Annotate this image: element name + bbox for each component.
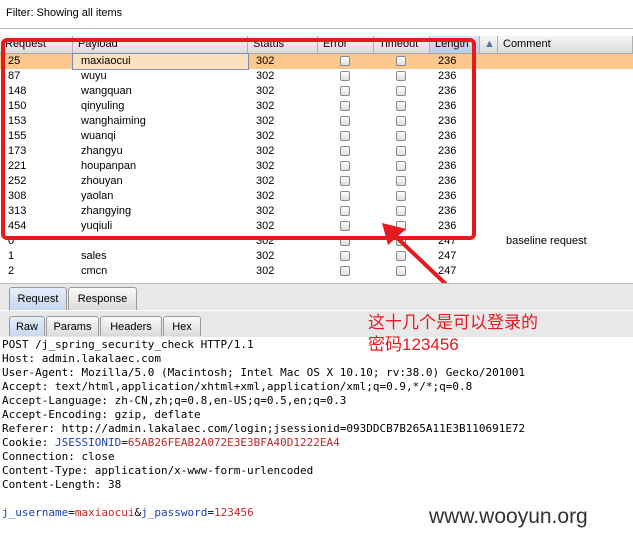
cell-comment	[498, 54, 633, 69]
header-content-type: Content-Type: application/x-www-form-url…	[2, 464, 314, 477]
param-equals: =	[68, 506, 75, 519]
cell-request: 2	[8, 265, 15, 276]
cookie-equals: =	[121, 436, 128, 449]
param-password-key: j_password	[141, 506, 208, 519]
cookie-label: Cookie:	[2, 436, 55, 449]
header-accept: Accept: text/html,application/xhtml+xml,…	[2, 380, 473, 393]
tab-response[interactable]: Response	[68, 287, 137, 310]
param-password-value: 123456	[213, 506, 254, 519]
tab-request[interactable]: Request	[9, 287, 67, 310]
cell-status: 302	[256, 265, 275, 276]
watermark: www.wooyun.org	[429, 505, 588, 528]
cookie-value: 65AB26FEAB2A072E3E3BFA40D1222EA4	[127, 436, 340, 449]
request-body: j_username=maxiaocui&j_password=123456	[2, 506, 254, 520]
cell-comment	[498, 144, 633, 159]
tab-headers[interactable]: Headers	[100, 316, 162, 336]
table-row[interactable]: 2 cmcn 302 247	[0, 264, 633, 276]
param-equals: =	[207, 506, 214, 519]
cell-comment	[498, 99, 633, 114]
cell-payload: sales	[81, 250, 107, 262]
cell-comment	[498, 114, 633, 129]
filter-text: Filter: Showing all items	[6, 7, 123, 19]
filter-bar[interactable]: Filter: Showing all items	[0, 0, 633, 29]
cell-comment	[498, 84, 633, 99]
cell-comment	[498, 129, 633, 144]
message-tabs: Request Response	[0, 283, 633, 310]
param-username-key: j_username	[2, 506, 69, 519]
error-checkbox[interactable]	[340, 251, 350, 261]
tab-hex[interactable]: Hex	[163, 316, 201, 336]
cell-comment	[498, 189, 633, 204]
cell-comment	[498, 219, 633, 234]
tab-raw[interactable]: Raw	[9, 316, 45, 336]
annotation-line-1: 这十几个是可以登录的	[368, 313, 538, 332]
cell-comment	[498, 249, 633, 264]
sort-ascending-icon[interactable]: ▲	[480, 36, 498, 53]
header-user-agent: User-Agent: Mozilla/5.0 (Macintosh; Inte…	[2, 366, 526, 379]
header-cookie: Cookie: JSESSIONID=65AB26FEAB2A072E3E3BF…	[2, 436, 340, 450]
cell-comment	[498, 159, 633, 174]
cell-comment	[498, 204, 633, 219]
col-comment[interactable]: Comment	[498, 36, 633, 53]
annotation-line-2: 密码123456	[368, 335, 459, 354]
cell-comment	[498, 69, 633, 84]
header-connection: Connection: close	[2, 450, 115, 463]
view-tabs: Raw Params Headers Hex	[0, 311, 633, 337]
cell-payload: cmcn	[81, 265, 108, 276]
header-referer: Referer: http://admin.lakalaec.com/login…	[2, 422, 526, 435]
table-row[interactable]: 1 sales 302 247	[0, 249, 633, 264]
cell-comment	[498, 174, 633, 189]
cell-comment	[498, 264, 633, 276]
header-accept-encoding: Accept-Encoding: gzip, deflate	[2, 408, 201, 421]
cell-status: 302	[256, 250, 275, 262]
cell-comment: baseline request	[506, 235, 587, 247]
header-host: Host: admin.lakalaec.com	[2, 352, 161, 365]
request-line: POST /j_spring_security_check HTTP/1.1	[2, 338, 254, 351]
cell-request: 1	[8, 250, 15, 262]
error-checkbox[interactable]	[340, 266, 350, 276]
annotation-note: 这十几个是可以登录的 密码123456	[368, 312, 538, 356]
param-username-value: maxiaocui	[74, 506, 135, 519]
tab-params[interactable]: Params	[46, 316, 99, 336]
header-accept-language: Accept-Language: zh-CN,zh;q=0.8,en-US;q=…	[2, 394, 347, 407]
header-content-length: Content-Length: 38	[2, 478, 122, 491]
highlight-box	[1, 38, 476, 240]
cookie-name: JSESSIONID	[54, 436, 122, 449]
